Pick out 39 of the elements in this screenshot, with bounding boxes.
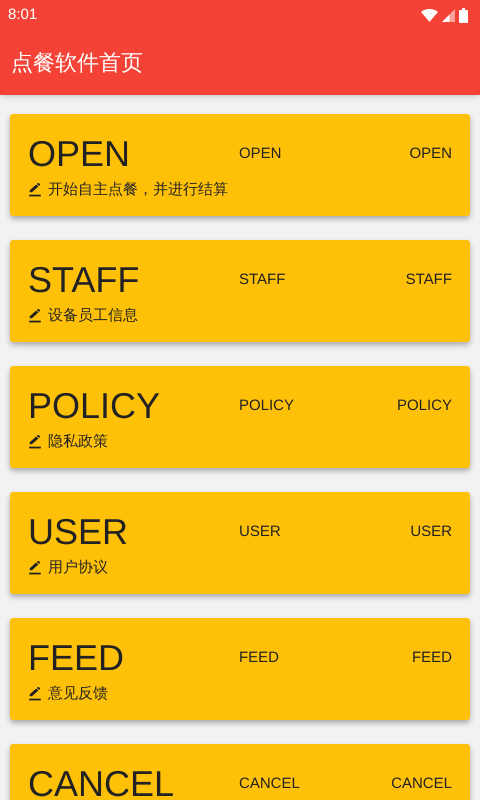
menu-card[interactable]: OPEN OPEN OPEN 开始自主点餐，并进行结算 xyxy=(10,114,470,216)
pencil-icon xyxy=(28,309,42,324)
card-label: OPEN xyxy=(239,144,282,164)
card-label: STAFF xyxy=(239,270,286,290)
card-label: POLICY xyxy=(396,396,452,416)
card-label: OPEN xyxy=(409,144,452,164)
menu-card[interactable]: CANCEL CANCEL CANCEL xyxy=(10,744,470,800)
app-title: 点餐软件首页 xyxy=(11,49,143,77)
card-label: USER xyxy=(410,522,452,542)
card-title: POLICY xyxy=(28,386,162,426)
card-label: FEED xyxy=(412,648,452,668)
card-label: FEED xyxy=(239,648,280,668)
card-subtitle: 开始自主点餐，并进行结算 xyxy=(48,180,228,200)
battery-icon xyxy=(459,8,468,22)
card-label: CANCEL xyxy=(391,774,452,794)
card-title: CANCEL xyxy=(28,764,176,800)
card-subtitle: 隐私政策 xyxy=(48,432,108,452)
pencil-icon xyxy=(28,435,42,450)
pencil-icon xyxy=(28,687,42,702)
status-time: 8:01 xyxy=(8,4,38,25)
menu-card[interactable]: STAFF STAFF STAFF 设备员工信息 xyxy=(10,240,470,342)
card-label: USER xyxy=(239,522,281,542)
pencil-icon xyxy=(28,561,42,576)
menu-card[interactable]: FEED FEED FEED 意见反馈 xyxy=(10,618,470,720)
menu-card[interactable]: POLICY POLICY POLICY 隐私政策 xyxy=(10,366,470,468)
card-subtitle: 设备员工信息 xyxy=(48,306,138,326)
card-subtitle: 意见反馈 xyxy=(48,684,108,704)
card-title: USER xyxy=(28,512,130,552)
card-title: FEED xyxy=(28,638,126,678)
card-label: POLICY xyxy=(239,396,294,416)
signal-icon xyxy=(442,8,455,22)
pencil-icon xyxy=(28,183,42,198)
wifi-icon xyxy=(421,8,438,22)
card-title: OPEN xyxy=(28,134,132,174)
card-subtitle: 用户协议 xyxy=(48,558,108,578)
card-label: STAFF xyxy=(406,270,452,290)
card-label: CANCEL xyxy=(239,774,300,794)
menu-card[interactable]: USER USER USER 用户协议 xyxy=(10,492,470,594)
card-title: STAFF xyxy=(28,260,140,300)
